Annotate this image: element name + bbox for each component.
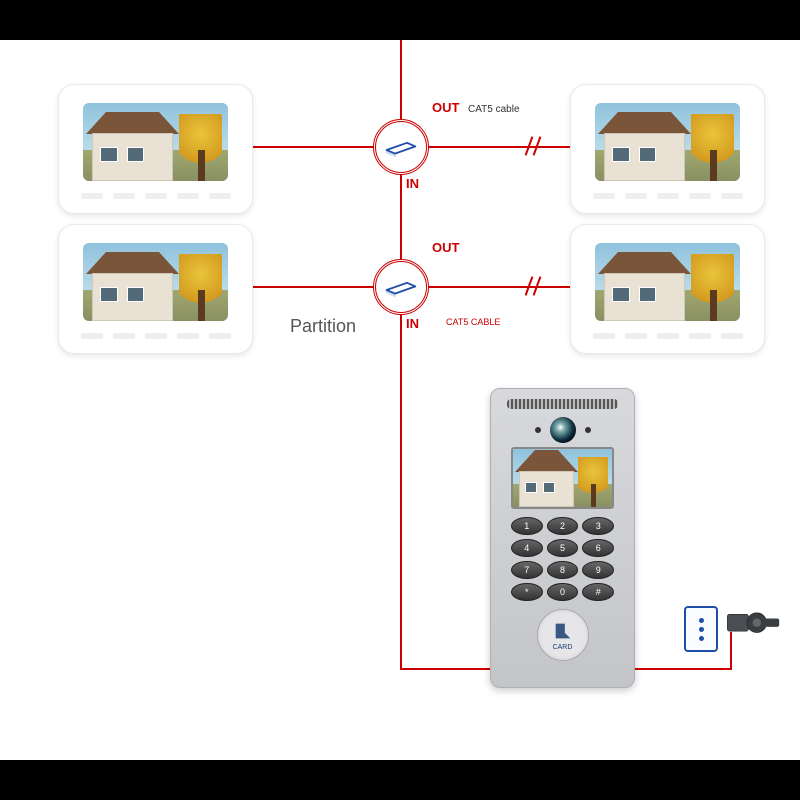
keypad: 1 2 3 4 5 6 7 8 9 * 0 # (511, 517, 614, 601)
key-8[interactable]: 8 (547, 561, 579, 579)
key-star[interactable]: * (511, 583, 543, 601)
indoor-monitor (58, 84, 253, 214)
label-out: OUT (432, 240, 459, 255)
card-reader-icon: CARD (537, 609, 589, 661)
door-station-display (511, 447, 614, 509)
door-station: 1 2 3 4 5 6 7 8 9 * 0 # CARD (490, 388, 635, 688)
label-cat5: CAT5 cable (468, 104, 520, 115)
label-partition: Partition (290, 316, 356, 337)
black-bar-top (0, 0, 800, 40)
indoor-monitor (58, 224, 253, 354)
label-in: IN (406, 176, 419, 191)
key-6[interactable]: 6 (582, 539, 614, 557)
distributor-icon (373, 259, 429, 315)
indoor-monitor (570, 84, 765, 214)
label-out: OUT (432, 100, 459, 115)
distributor-icon (373, 119, 429, 175)
card-label: CARD (553, 644, 573, 651)
wire-row2-right (427, 286, 582, 288)
key-9[interactable]: 9 (582, 561, 614, 579)
key-4[interactable]: 4 (511, 539, 543, 557)
key-hash[interactable]: # (582, 583, 614, 601)
key-2[interactable]: 2 (547, 517, 579, 535)
cable-break-icon (528, 276, 550, 298)
wire-row1-right (427, 146, 582, 148)
key-7[interactable]: 7 (511, 561, 543, 579)
key-3[interactable]: 3 (582, 517, 614, 535)
exit-button-icon (684, 606, 718, 652)
camera-lens-icon (550, 417, 576, 443)
key-0[interactable]: 0 (547, 583, 579, 601)
electric-lock-icon (726, 604, 782, 640)
cable-break-icon (528, 136, 550, 158)
black-bar-bottom (0, 760, 800, 800)
speaker-grille-icon (507, 399, 618, 409)
label-in: IN (406, 316, 419, 331)
key-1[interactable]: 1 (511, 517, 543, 535)
label-cat5: CAT5 CABLE (446, 317, 500, 327)
key-5[interactable]: 5 (547, 539, 579, 557)
indoor-monitor (570, 224, 765, 354)
